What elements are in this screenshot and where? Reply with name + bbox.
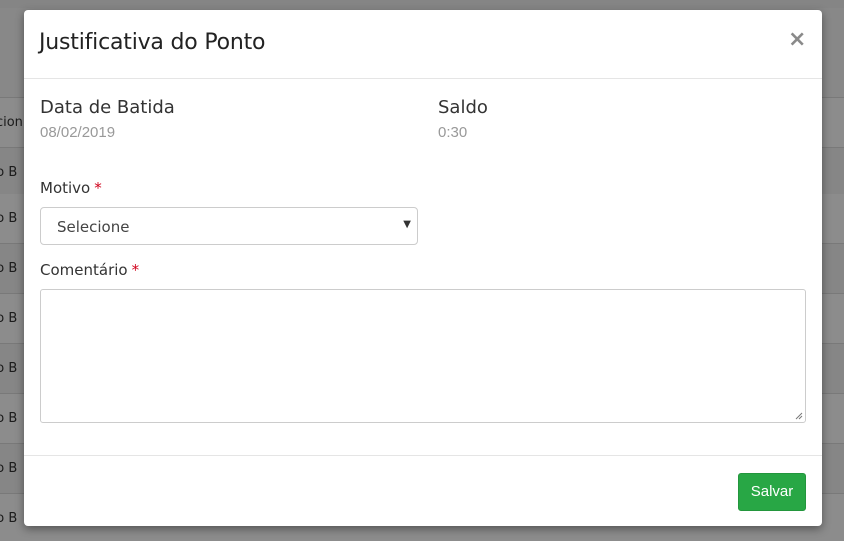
required-marker: * bbox=[94, 179, 102, 197]
save-button[interactable]: Salvar bbox=[738, 473, 806, 511]
justification-modal: Justificativa do Ponto × Data de Batida … bbox=[24, 10, 822, 526]
caret-down-icon: ▼ bbox=[403, 219, 411, 230]
comment-label-text: Comentário bbox=[40, 261, 128, 279]
balance-label: Saldo bbox=[438, 97, 488, 118]
balance-info: Saldo 0:30 bbox=[438, 97, 488, 141]
close-icon[interactable]: × bbox=[788, 29, 806, 51]
modal-title: Justificativa do Ponto bbox=[39, 30, 266, 55]
balance-value: 0:30 bbox=[438, 124, 468, 141]
resize-grip-icon[interactable] bbox=[795, 412, 803, 420]
required-marker: * bbox=[131, 261, 140, 279]
modal-header: Justificativa do Ponto × bbox=[24, 10, 822, 79]
reason-label: Motivo * bbox=[40, 179, 102, 197]
modal-body: Data de Batida 08/02/2019 Saldo 0:30 Mot… bbox=[24, 79, 822, 456]
date-label: Data de Batida bbox=[40, 97, 175, 118]
comment-textarea[interactable] bbox=[40, 289, 806, 423]
reason-select-value: Selecione bbox=[57, 218, 130, 236]
reason-select[interactable]: Selecione ▼ bbox=[40, 207, 418, 245]
date-info: Data de Batida 08/02/2019 bbox=[40, 97, 175, 141]
modal-footer: Salvar bbox=[24, 455, 822, 526]
date-value: 08/02/2019 bbox=[40, 124, 116, 141]
comment-label: Comentário * bbox=[40, 261, 139, 279]
reason-label-text: Motivo bbox=[40, 179, 91, 197]
